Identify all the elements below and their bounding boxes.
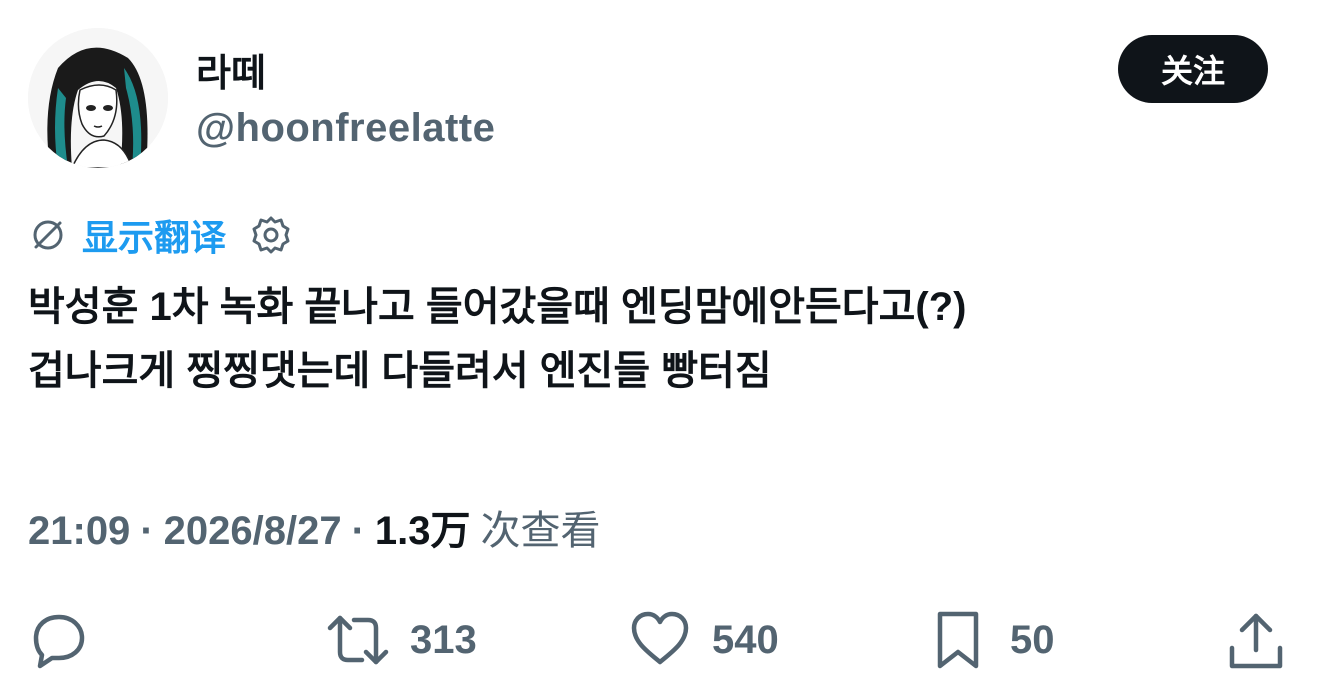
translate-row: 显示翻译 <box>28 210 292 260</box>
gear-icon[interactable] <box>250 214 292 256</box>
follow-button[interactable]: 关注 <box>1118 35 1268 103</box>
bookmark-icon <box>937 611 979 669</box>
views-label: 次查看 <box>480 509 601 553</box>
avatar-illustration <box>28 28 168 168</box>
like-count: 540 <box>712 617 779 662</box>
action-bar: 313 540 50 <box>0 600 1320 680</box>
like-button[interactable]: 540 <box>628 600 779 680</box>
tweet-time[interactable]: 21:09 <box>28 509 130 554</box>
tweet-text-line-1: 박성훈 1차 녹화 끝나고 들어갔을때 엔딩맘에안든다고(?) <box>28 285 967 329</box>
heart-icon <box>631 611 689 665</box>
tweet-text-line-2: 겁나크게 찡찡댓는데 다들려서 엔진들 빵터짐 <box>28 349 772 393</box>
tweet-text: 박성훈 1차 녹화 끝나고 들어갔을때 엔딩맘에안든다고(?) 겁나크게 찡찡댓… <box>28 275 1288 403</box>
display-name[interactable]: 라떼 <box>196 42 266 97</box>
avatar[interactable] <box>28 28 168 168</box>
views-count: 1.3万 <box>374 509 471 553</box>
share-icon <box>1229 613 1283 669</box>
tweet-date[interactable]: 2026/8/27 <box>164 509 342 554</box>
translate-globe-icon <box>33 220 63 250</box>
share-button[interactable] <box>1224 600 1288 680</box>
meta-separator: · <box>351 509 365 553</box>
reply-icon <box>33 614 85 669</box>
user-handle[interactable]: @hoonfreelatte <box>196 106 495 151</box>
retweet-icon <box>327 615 389 665</box>
reply-button[interactable] <box>26 600 110 680</box>
show-translation-link[interactable]: 显示翻译 <box>82 209 226 261</box>
retweet-button[interactable]: 313 <box>326 600 477 680</box>
meta-separator: · <box>140 509 154 553</box>
tweet-meta: 21:09 · 2026/8/27 · 1.3万 次查看 <box>28 498 601 556</box>
bookmark-button[interactable]: 50 <box>926 600 1055 680</box>
retweet-count: 313 <box>410 617 477 662</box>
bookmark-count: 50 <box>1010 617 1055 662</box>
